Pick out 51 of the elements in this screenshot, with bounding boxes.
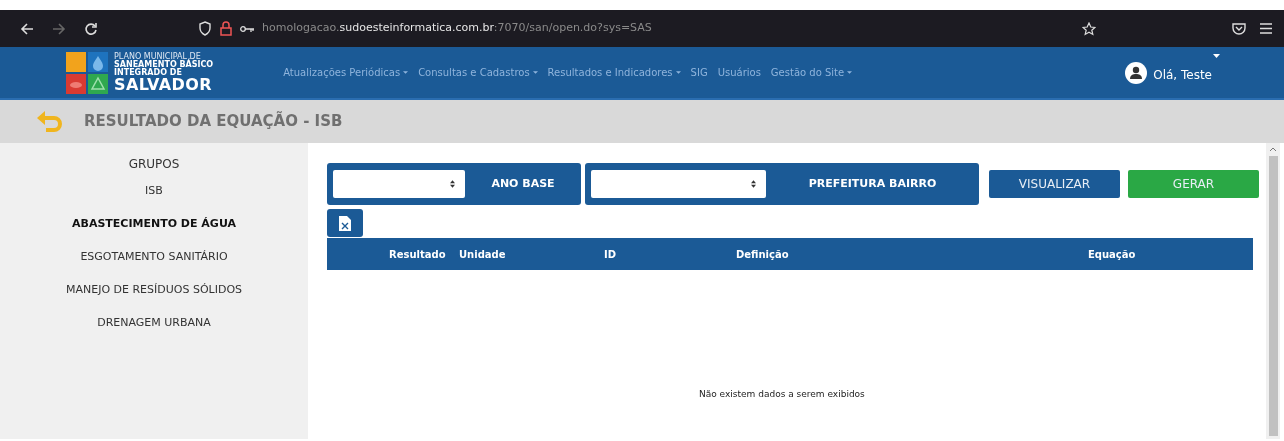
sidebar-item[interactable]: ESGOTAMENTO SANITÁRIO (80, 241, 228, 274)
user-avatar-icon[interactable] (1125, 61, 1148, 84)
caret-icon[interactable] (675, 71, 681, 74)
column-header: Unidade (459, 248, 506, 260)
url-text: homologacao.sudoesteinformatica.com.br:7070/san/open.do?sys=SAS (262, 20, 652, 37)
back-arrow-icon[interactable] (20, 21, 34, 36)
column-header: Resultado (389, 248, 446, 260)
excel-file-icon (339, 215, 351, 231)
menu-icon[interactable] (1260, 23, 1272, 34)
nav-link[interactable]: Consultas e Cadastros (418, 65, 538, 80)
caret-icon[interactable] (847, 71, 853, 74)
lock-icon (220, 21, 232, 36)
brand-line: SANEAMENTO BÁSICO (114, 60, 214, 69)
brand-name: SALVADOR (114, 76, 213, 93)
empty-message: Não existem dados a serem exibidos (699, 388, 865, 401)
filter-label: PREFEITURA BAIRRO (807, 175, 938, 192)
user-greeting[interactable]: Olá, Teste (1153, 65, 1212, 84)
shield-icon (198, 21, 212, 36)
reload-icon[interactable] (84, 21, 98, 36)
column-header: Definição (736, 248, 789, 260)
page-title: RESULTADO DA EQUAÇÃO - ISB (84, 110, 343, 133)
caret-icon[interactable] (532, 71, 538, 74)
logo-drawing (66, 51, 108, 94)
column-header: Equação (1088, 248, 1136, 260)
dropdown-arrows-icon (751, 180, 756, 188)
excel-export-button[interactable] (327, 209, 363, 237)
sidebar-heading: GRUPOS (128, 156, 180, 173)
scrollbar[interactable] (1266, 143, 1280, 439)
key-icon (240, 24, 254, 33)
brand-line: INTEGRADO DE (114, 68, 183, 77)
select-field[interactable] (591, 170, 766, 198)
caret-icon[interactable] (1213, 53, 1220, 58)
nav-link[interactable]: Usuários (717, 65, 761, 80)
scroll-up-icon[interactable] (1269, 147, 1277, 152)
forward-arrow-icon[interactable] (52, 21, 66, 36)
star-icon[interactable] (1082, 21, 1096, 36)
filter-label: ANO BASE (490, 175, 556, 192)
sidebar-item[interactable]: ISB (145, 175, 163, 208)
pocket-icon[interactable] (1232, 22, 1246, 35)
nav-link[interactable]: Resultados e Indicadores (547, 65, 681, 80)
sidebar-item[interactable]: ABASTECIMENTO DE ÁGUA (72, 208, 236, 241)
column-header: ID (604, 248, 617, 260)
sidebar-item[interactable]: MANEJO DE RESÍDUOS SÓLIDOS (65, 274, 243, 307)
action-button[interactable]: VISUALIZAR (989, 170, 1120, 198)
caret-icon[interactable] (403, 71, 409, 74)
nav-link[interactable]: SIG (690, 65, 708, 80)
dropdown-arrows-icon (450, 180, 455, 188)
sidebar-item[interactable]: DRENAGEM URBANA (97, 307, 211, 340)
nav-link[interactable]: Gestão do Site (770, 65, 853, 80)
nav-link[interactable]: Atualizações Periódicas (283, 65, 409, 80)
select-field[interactable] (333, 170, 465, 198)
